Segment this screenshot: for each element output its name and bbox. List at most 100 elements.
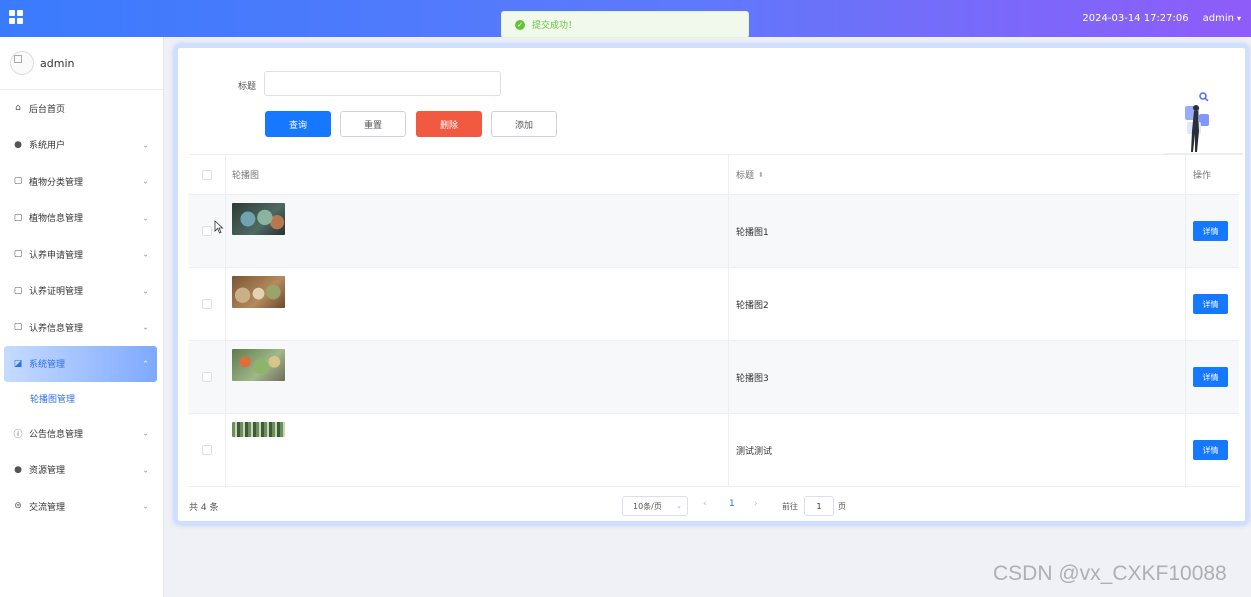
sidebar-item-label: 认养证明管理 [29, 287, 84, 298]
main-panel: 标题 查询 重置 删除 添加 轮播图 标题 ⬍ 操作 轮播图1 详情 轮播图2 … [174, 44, 1249, 525]
info-icon: ⓘ [13, 429, 23, 440]
chevron-down-icon: ⌄ [142, 465, 149, 475]
sidebar-item-plant-category[interactable]: ▢ 植物分类管理 ⌄ [0, 163, 163, 200]
detail-button[interactable]: 详情 [1193, 367, 1228, 387]
detail-button[interactable]: 详情 [1193, 221, 1228, 241]
search-illustration-icon [1163, 92, 1243, 155]
check-circle-icon: ✓ [515, 19, 525, 30]
toast-message: 提交成功！ [532, 21, 578, 31]
query-button[interactable]: 查询 [265, 111, 331, 137]
chevron-down-icon: ⌄ [142, 213, 149, 223]
sidebar-item-label: 植物分类管理 [29, 177, 84, 188]
detail-button[interactable]: 详情 [1193, 294, 1228, 314]
row-check-cell [189, 341, 226, 413]
sidebar-subitem-label: 轮播图管理 [30, 395, 76, 405]
title-search-input[interactable] [264, 71, 501, 96]
jump-label: 前往 [782, 502, 798, 511]
table-body: 轮播图1 详情 轮播图2 详情 轮播图3 详情 测试测试 详情 [189, 195, 1239, 487]
detail-button[interactable]: 详情 [1193, 440, 1228, 460]
row-title: 轮播图1 [729, 195, 1186, 267]
table-row: 轮播图3 详情 [189, 341, 1239, 414]
row-op-cell: 详情 [1186, 341, 1239, 413]
chevron-down-icon: ⌄ [142, 322, 149, 332]
reset-button[interactable]: 重置 [340, 111, 406, 137]
sidebar-item-label: 系统管理 [29, 360, 66, 371]
sort-icon[interactable]: ⬍ [758, 171, 764, 179]
select-all-checkbox[interactable] [202, 169, 212, 180]
sidebar-item-adoption-info[interactable]: ▢ 认养信息管理 ⌄ [0, 309, 163, 346]
grid-icon[interactable] [9, 10, 23, 24]
row-image-cell [226, 268, 729, 340]
chevron-up-icon: ⌃ [142, 359, 149, 369]
chart-icon: ◪ [13, 358, 23, 369]
success-toast: ✓ 提交成功！ [501, 11, 749, 38]
sidebar-item-label: 认养信息管理 [29, 323, 84, 334]
sidebar-item-plant-info[interactable]: ▢ 植物信息管理 ⌄ [0, 200, 163, 237]
sidebar-item-label: 认养申请管理 [29, 250, 84, 261]
table-header: 轮播图 标题 ⬍ 操作 [189, 155, 1239, 195]
profile-name: admin [40, 56, 75, 70]
sidebar-item-adoption-certificate[interactable]: ▢ 认养证明管理 ⌄ [0, 273, 163, 310]
table-row: 轮播图2 详情 [189, 268, 1239, 341]
sidebar-item-resources[interactable]: ● 资源管理 ⌄ [0, 452, 163, 489]
row-checkbox[interactable] [202, 445, 212, 455]
chevron-down-icon: ⌄ [142, 428, 149, 438]
sidebar-item-label: 资源管理 [29, 466, 66, 477]
avatar [10, 51, 34, 75]
folder-icon: ▢ [13, 249, 23, 260]
header-check-cell [189, 155, 226, 194]
header-title[interactable]: 标题 ⬍ [729, 155, 1186, 194]
row-checkbox[interactable] [202, 299, 212, 309]
row-title: 轮播图2 [729, 268, 1186, 340]
row-op-cell: 详情 [1186, 268, 1239, 340]
sidebar-item-label: 后台首页 [29, 104, 66, 115]
next-page-icon[interactable]: › [754, 499, 758, 509]
sidebar-item-label: 植物信息管理 [29, 214, 84, 225]
carousel-table: 轮播图 标题 ⬍ 操作 轮播图1 详情 轮播图2 详情 轮播图3 详情 测试测试… [189, 154, 1239, 487]
table-row: 轮播图1 详情 [189, 195, 1239, 268]
row-op-cell: 详情 [1186, 414, 1239, 486]
sidebar-item-system-management[interactable]: ◪ 系统管理 ⌃ [4, 345, 157, 382]
page-number-current[interactable]: 1 [729, 499, 735, 509]
sidebar-item-communication[interactable]: ⊜ 交流管理 ⌄ [0, 488, 163, 525]
row-image-cell [226, 195, 729, 267]
chevron-down-icon: ⌄ [142, 176, 149, 186]
user-dropdown[interactable]: admin ▾ [1203, 13, 1241, 24]
delete-button[interactable]: 删除 [416, 111, 482, 137]
sidebar: admin ⌂ 后台首页 ● 系统用户 ⌄ ▢ 植物分类管理 ⌄ ▢ 植物信息管… [0, 37, 164, 597]
sidebar-item-label: 公告信息管理 [29, 429, 84, 440]
header-operation: 操作 [1193, 171, 1212, 181]
page-size-select[interactable]: 10条/页 ⌄ [622, 496, 688, 516]
carousel-thumbnail [232, 203, 285, 235]
mouse-cursor-icon [214, 220, 224, 234]
add-button[interactable]: 添加 [491, 111, 557, 137]
header-username: admin [1202, 13, 1234, 24]
sidebar-item-label: 系统用户 [29, 141, 66, 152]
sidebar-item-notice[interactable]: ⓘ 公告信息管理 ⌄ [0, 415, 163, 452]
row-op-cell: 详情 [1186, 195, 1239, 267]
title-search-label: 标题 [238, 82, 257, 92]
row-image-cell [226, 414, 729, 486]
sidebar-subitem-carousel[interactable]: 轮播图管理 [0, 382, 163, 415]
chevron-down-icon: ⌄ [142, 249, 149, 259]
chevron-down-icon: ⌄ [142, 286, 149, 296]
header-datetime: 2024-03-14 17:27:06 [1082, 13, 1189, 24]
folder-icon: ▢ [13, 176, 23, 187]
sidebar-item-system-users[interactable]: ● 系统用户 ⌄ [0, 127, 163, 164]
page-jump-input[interactable]: 1 [804, 496, 834, 516]
prev-page-icon[interactable]: ‹ [703, 499, 707, 509]
chevron-down-icon: ⌄ [142, 140, 149, 150]
location-icon: ● [14, 464, 22, 475]
row-check-cell [189, 268, 226, 340]
sidebar-item-adoption-application[interactable]: ▢ 认养申请管理 ⌄ [0, 236, 163, 273]
row-checkbox[interactable] [202, 226, 212, 236]
table-row: 测试测试 详情 [189, 414, 1239, 487]
pagination-total: 共 4 条 [189, 503, 219, 513]
row-checkbox[interactable] [202, 372, 212, 382]
jump-suffix: 页 [838, 502, 846, 511]
carousel-thumbnail [232, 276, 285, 308]
folder-icon: ▢ [13, 285, 23, 296]
sidebar-item-home[interactable]: ⌂ 后台首页 [0, 90, 163, 127]
carousel-thumbnail [232, 349, 285, 381]
row-check-cell [189, 414, 226, 486]
